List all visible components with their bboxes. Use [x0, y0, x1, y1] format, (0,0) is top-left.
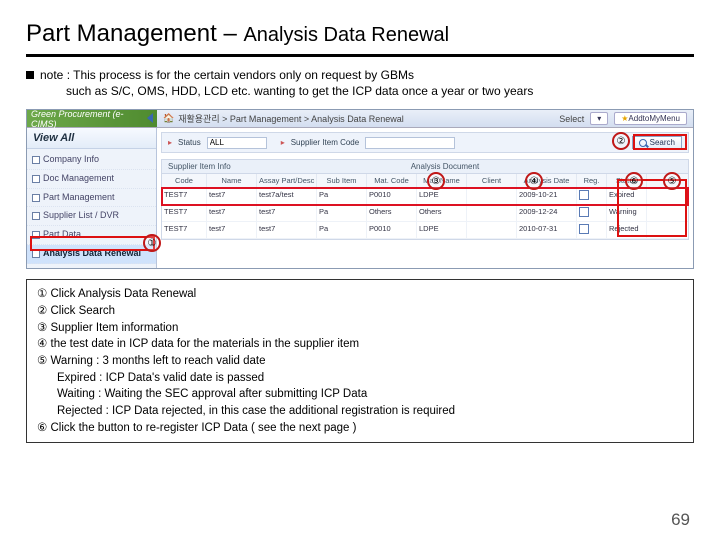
table-row[interactable]: TEST7 test7 test7 Pa Others Others 2009-…: [162, 205, 688, 222]
band-analysis-doc: Analysis Document: [411, 162, 479, 171]
col-client: Client: [467, 174, 517, 187]
sidebar-header[interactable]: View All: [27, 128, 156, 149]
app-brand-label: Green Procurement (e-CIMS): [31, 109, 147, 129]
col-reg: Reg.: [577, 174, 607, 187]
register-icon: [579, 224, 589, 234]
register-icon: [579, 190, 589, 200]
cell-matc: P0010: [367, 222, 417, 238]
cell-matn: Others: [417, 205, 467, 221]
page-number: 69: [671, 510, 690, 530]
title-sub: Analysis Data Renewal: [243, 24, 449, 46]
cell-matc: Others: [367, 205, 417, 221]
cell-date: 2009-10-21: [517, 188, 577, 204]
highlight-rect-search: [633, 134, 687, 150]
instr-1: ① Click Analysis Data Renewal: [37, 288, 196, 300]
select-dropdown[interactable]: ▾: [590, 112, 608, 125]
table-rows: TEST7 test7 test7a/test Pa P0010 LDPE 20…: [162, 188, 688, 239]
cell-client: [467, 222, 517, 238]
col-sub: Sub Item: [317, 174, 367, 187]
highlight-rect-sidebar: [30, 236, 155, 251]
title-sep: –: [217, 20, 244, 47]
note-bullet-icon: [26, 71, 34, 79]
app-brand: Green Procurement (e-CIMS): [27, 110, 157, 127]
title-underline: [26, 54, 694, 57]
cell-assay: test7: [257, 205, 317, 221]
cell-sub: Pa: [317, 188, 367, 204]
col-assay: Assay Part/Desc: [257, 174, 317, 187]
status-label: Status: [178, 138, 201, 147]
toolbar-rest: 🏠 재활용관리 > Part Management > Analysis Dat…: [157, 112, 693, 125]
cell-matn: LDPE: [417, 222, 467, 238]
cell-sub: Pa: [317, 205, 367, 221]
cell-assay: test7a/test: [257, 188, 317, 204]
cell-code: TEST7: [162, 188, 207, 204]
cell-reg[interactable]: [577, 205, 607, 221]
cell-reg[interactable]: [577, 188, 607, 204]
cell-date: 2010-07-31: [517, 222, 577, 238]
instr-5c: Waiting : Waiting the SEC approval after…: [37, 386, 683, 403]
table-columns: Code Name Assay Part/Desc Sub Item Mat. …: [162, 174, 688, 188]
cell-assay: test7: [257, 222, 317, 238]
add-menu-label: AddtoMyMenu: [628, 114, 680, 123]
add-to-my-menu-button[interactable]: ★ AddtoMyMenu: [614, 112, 687, 125]
title-main: Part Management: [26, 20, 217, 47]
sidebar-item-label: Part Management: [43, 192, 115, 202]
instr-5b: Expired : ICP Data's valid date is passe…: [37, 370, 683, 387]
app-frame: Green Procurement (e-CIMS) 🏠 재활용관리 > Par…: [26, 109, 694, 269]
cell-name: test7: [207, 205, 257, 221]
sidebar-item-cmg-management[interactable]: CMG Management: [27, 264, 156, 270]
toolbar: Green Procurement (e-CIMS) 🏠 재활용관리 > Par…: [27, 110, 693, 128]
sidebar-item-label: Company Info: [43, 154, 99, 164]
note-block: note : This process is for the certain v…: [26, 67, 694, 99]
breadcrumb: 재활용관리 > Part Management > Analysis Data …: [178, 112, 404, 125]
cell-sub: Pa: [317, 222, 367, 238]
cell-client: [467, 205, 517, 221]
status-select[interactable]: [207, 137, 267, 149]
sidebar-item-label: Doc Management: [43, 173, 114, 183]
sidebar-item-company-info[interactable]: Company Info: [27, 151, 156, 170]
instr-6: ⑥ Click the button to re-register ICP Da…: [37, 422, 356, 434]
note-line-2: such as S/C, OMS, HDD, LCD etc. wanting …: [26, 83, 694, 99]
select-label: Select: [559, 114, 584, 124]
collapse-sidebar-icon[interactable]: [147, 113, 153, 125]
cell-name: test7: [207, 188, 257, 204]
table-row[interactable]: TEST7 test7 test7a/test Pa P0010 LDPE 20…: [162, 188, 688, 205]
sidebar-item-label: CMG Management: [43, 267, 119, 270]
main-panel: ▸ Status ▸ Supplier Item Code Search Sup…: [157, 128, 693, 268]
instr-5d: Rejected : ICP Data rejected, in this ca…: [37, 403, 683, 420]
col-matcode: Mat. Code: [367, 174, 417, 187]
cell-name: test7: [207, 222, 257, 238]
instr-5: ⑤ Warning : 3 months left to reach valid…: [37, 355, 266, 367]
supplier-item-code-input[interactable]: [365, 137, 455, 149]
cell-matc: P0010: [367, 188, 417, 204]
register-icon: [579, 207, 589, 217]
instr-3: ③ Supplier Item information: [37, 322, 178, 334]
sidebar-item-part-management[interactable]: Part Management: [27, 189, 156, 208]
band-supplier-info: Supplier Item Info: [168, 162, 231, 171]
results-table: Supplier Item Info Analysis Document Cod…: [161, 159, 689, 240]
cell-client: [467, 188, 517, 204]
sidebar-item-doc-management[interactable]: Doc Management: [27, 170, 156, 189]
cell-date: 2009-12-24: [517, 205, 577, 221]
page-title: Part Management – Analysis Data Renewal: [26, 20, 694, 48]
sidebar-item-label: Supplier List / DVR: [43, 210, 119, 220]
sidebar-item-supplier-list[interactable]: Supplier List / DVR: [27, 207, 156, 226]
table-row[interactable]: TEST7 test7 test7 Pa P0010 LDPE 2010-07-…: [162, 222, 688, 239]
cell-matn: LDPE: [417, 188, 467, 204]
col-name: Name: [207, 174, 257, 187]
cell-code: TEST7: [162, 205, 207, 221]
instr-2: ② Click Search: [37, 305, 115, 317]
instructions-box: ① Click Analysis Data Renewal ② Click Se…: [26, 279, 694, 443]
note-line-1: note : This process is for the certain v…: [40, 68, 414, 82]
supplier-item-code-label: Supplier Item Code: [291, 138, 359, 147]
col-code: Code: [162, 174, 207, 187]
instr-4: ④ the test date in ICP data for the mate…: [37, 338, 359, 350]
cell-reg[interactable]: [577, 222, 607, 238]
filter-row: ▸ Status ▸ Supplier Item Code Search: [161, 132, 689, 153]
cell-code: TEST7: [162, 222, 207, 238]
table-header-band: Supplier Item Info Analysis Document: [162, 160, 688, 174]
